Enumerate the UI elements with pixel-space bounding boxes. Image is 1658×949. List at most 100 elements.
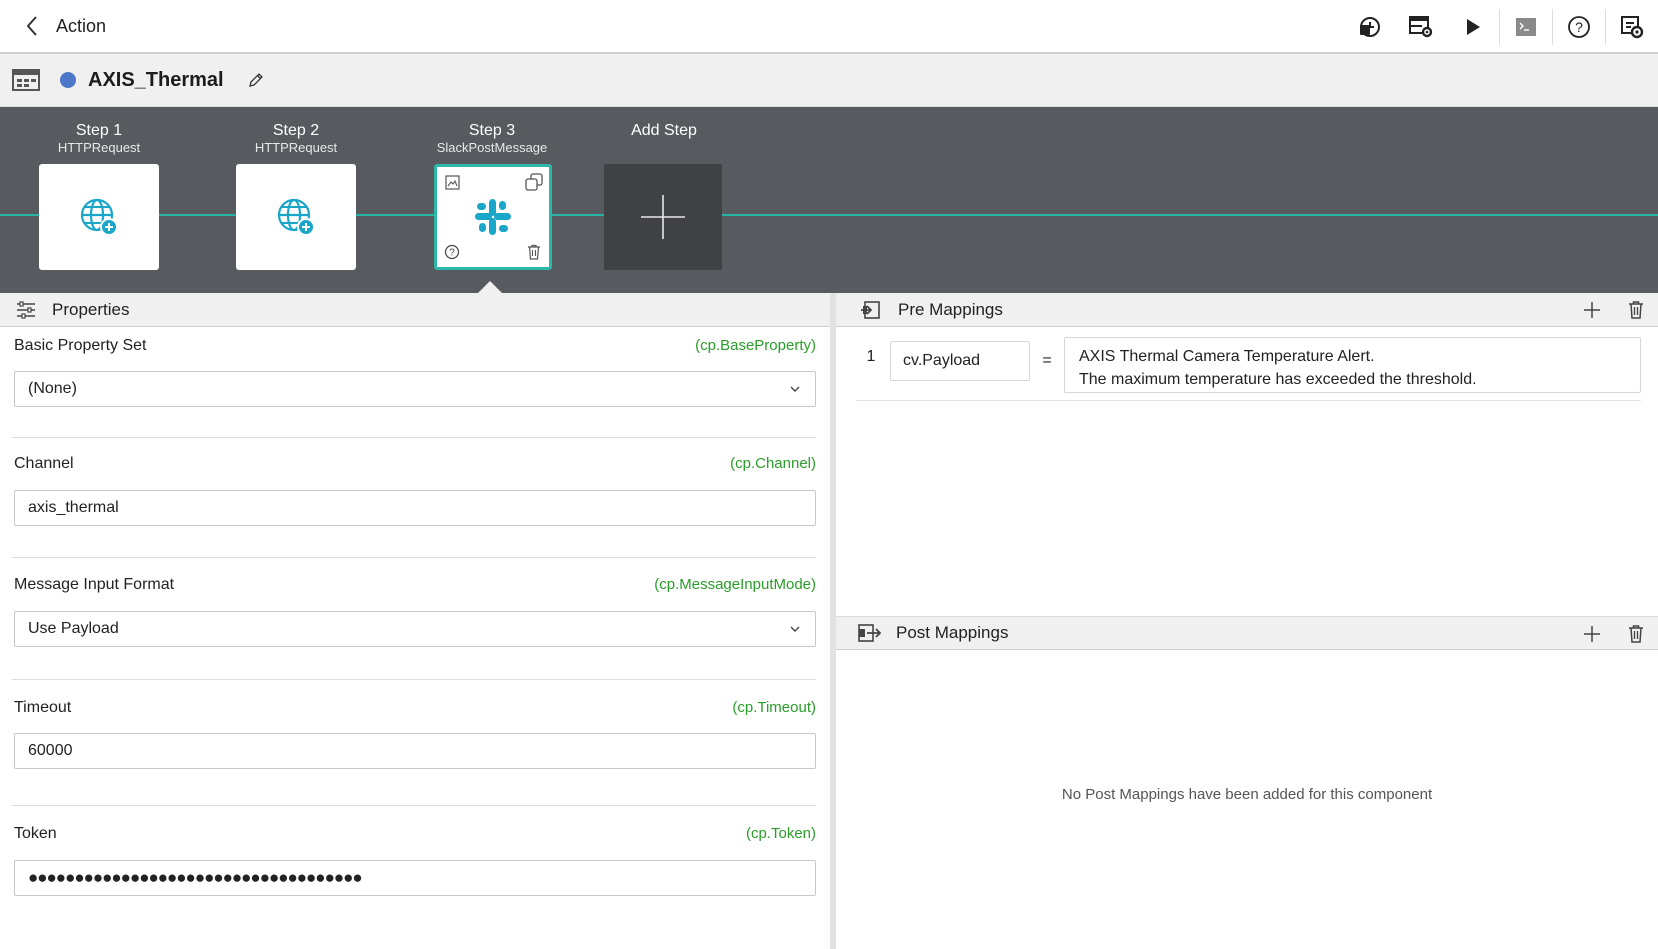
duplicate-step-button[interactable] [525,173,543,191]
divider [12,805,816,806]
add-step-button[interactable] [604,164,722,270]
field-label: Channel [14,455,74,472]
slack-icon [475,199,511,235]
edit-name-button[interactable] [246,70,266,90]
post-mappings-panel: Post Mappings No Post Mappings have been… [836,616,1658,949]
field-key: (cp.MessageInputMode) [654,576,816,593]
add-step-title: Add Step [631,122,697,139]
basic-property-set-select[interactable]: (None) [14,371,816,407]
add-step-label: Add Step [604,122,724,140]
step-2-card[interactable] [236,164,356,270]
field-message-input-format: Message Input Format (cp.MessageInputMod… [14,576,816,647]
trash-icon [528,244,540,260]
step-3-card[interactable]: ? [434,164,552,270]
delete-step-button[interactable] [525,243,543,261]
field-label: Basic Property Set [14,337,147,354]
grid-settings-button[interactable] [1395,0,1447,54]
plus-icon [1584,626,1600,642]
component-name: AXIS_Thermal [88,68,224,91]
step-2-label: Step 2 HTTPRequest [236,122,356,156]
component-type-icon [12,68,40,92]
post-mappings-header: Post Mappings [836,616,1658,650]
console-button[interactable] [1500,0,1552,54]
step-1-label: Step 1 HTTPRequest [39,122,159,156]
pre-mapping-icon [858,298,882,322]
chevron-left-icon [26,16,37,36]
field-key: (cp.Channel) [730,455,816,472]
trash-icon [1629,625,1643,643]
post-mapping-icon [858,621,882,645]
channel-input[interactable]: axis_thermal [14,490,816,526]
divider [12,679,816,680]
trash-icon [1629,301,1643,319]
token-password-input[interactable]: ●●●●●●●●●●●●●●●●●●●●●●●●●●●●●●●●●●●● [14,860,816,896]
step-3-label: Step 3 SlackPostMessage [432,122,552,156]
toolbar: ? [1343,0,1658,54]
post-mappings-empty-message: No Post Mappings have been added for thi… [1061,786,1433,803]
settings-grid-icon [1409,16,1433,38]
deploy-button[interactable] [1343,0,1395,54]
console-icon [1516,18,1536,36]
input-value: axis_thermal [28,499,119,516]
timeout-input[interactable]: 60000 [14,733,816,769]
top-bar: Action ? [0,0,1658,54]
step-type: HTTPRequest [57,140,141,155]
add-pre-mapping-button[interactable] [1570,293,1614,327]
steps-strip: Step 1 HTTPRequest Step 2 HTTPRequest St [0,107,1658,293]
replace-icon-button[interactable] [443,173,461,191]
help-icon: ? [1568,16,1590,38]
mapping-value-input[interactable]: AXIS Thermal Camera Temperature Alert. T… [1064,337,1641,393]
step-type: HTTPRequest [254,140,338,155]
pre-mappings-actions [1570,293,1658,327]
field-key: (cp.Timeout) [732,699,816,716]
component-name-bar: AXIS_Thermal [0,54,1658,107]
back-button[interactable] [12,6,52,46]
properties-panel: Properties Basic Property Set (cp.BasePr… [0,293,830,949]
deploy-icon [1360,17,1380,37]
run-button[interactable] [1447,0,1499,54]
pre-mapping-row: 1 cv.Payload = AXIS Thermal Camera Tempe… [856,337,1641,401]
mapping-target-input[interactable]: cv.Payload [890,341,1030,381]
input-value: 60000 [28,742,73,759]
select-value: (None) [28,380,77,397]
step-1-card[interactable] [39,164,159,270]
help-button[interactable]: ? [1553,0,1605,54]
mapping-operator: = [1042,352,1052,369]
config-button[interactable] [1606,0,1658,54]
field-token: Token (cp.Token) ●●●●●●●●●●●●●●●●●●●●●●●… [14,825,816,896]
help-icon: ? [444,244,460,260]
mapping-value-line: AXIS Thermal Camera Temperature Alert. [1079,348,1375,365]
field-key: (cp.Token) [745,825,816,842]
post-mappings-title: Post Mappings [896,623,1009,642]
step-type: SlackPostMessage [436,140,548,155]
select-value: Use Payload [28,620,119,637]
field-key: (cp.BaseProperty) [695,337,816,354]
add-post-mapping-button[interactable] [1570,617,1614,651]
play-icon [1467,19,1480,35]
config-icon [1621,16,1644,39]
grid-layout-icon [12,69,40,91]
pre-mappings-title: Pre Mappings [898,299,1003,319]
chevron-down-icon [790,626,800,632]
delete-post-mappings-button[interactable] [1614,617,1658,651]
mapping-value-line: The maximum temperature has exceeded the… [1079,371,1477,388]
copy-icon [525,173,543,191]
mapping-target-value: cv.Payload [903,352,981,369]
field-label: Token [14,825,57,842]
globe-add-icon [277,198,315,236]
masked-token-value: ●●●●●●●●●●●●●●●●●●●●●●●●●●●●●●●●●●●● [28,868,363,887]
plus-icon [1584,302,1600,318]
sliders-icon [14,298,38,322]
mapping-index: 1 [866,348,876,365]
properties-title: Properties [52,299,130,319]
message-input-format-select[interactable]: Use Payload [14,611,816,647]
plus-icon [641,195,685,239]
delete-pre-mappings-button[interactable] [1614,293,1658,327]
step-help-button[interactable]: ? [443,243,461,261]
divider [12,557,816,558]
step-title: Step 1 [75,122,123,139]
svg-text:?: ? [449,248,455,259]
post-mappings-actions [1570,617,1658,651]
svg-text:?: ? [1575,19,1583,35]
page-title: Action [56,15,107,36]
